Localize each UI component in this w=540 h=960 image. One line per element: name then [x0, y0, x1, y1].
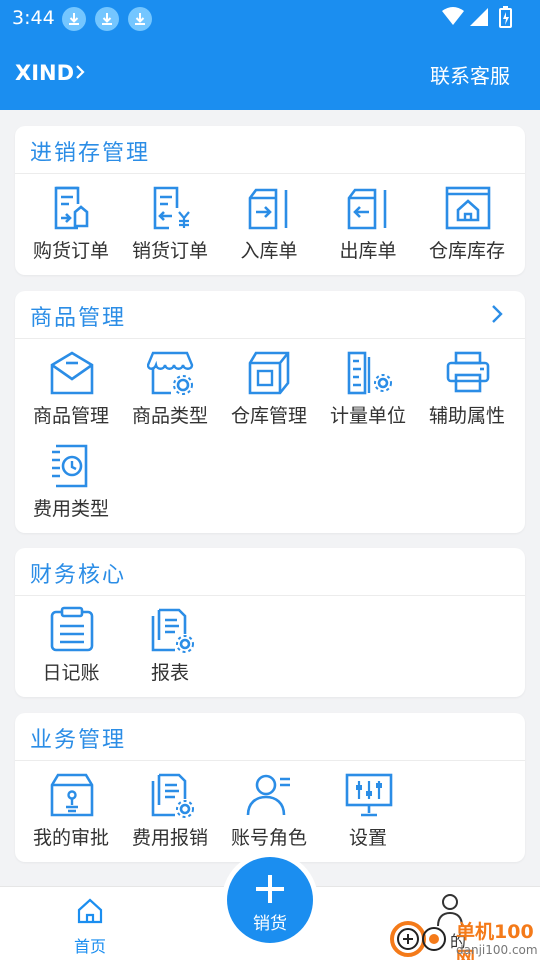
- reimburse-icon: [151, 773, 194, 818]
- goods-management-item[interactable]: 商品管理: [21, 339, 121, 429]
- account-role-icon: [246, 774, 290, 816]
- report-item[interactable]: 报表: [120, 596, 220, 686]
- status-time: 3:44: [12, 7, 55, 29]
- download-icon: [62, 7, 86, 31]
- stock-out-item[interactable]: 出库单: [318, 174, 418, 264]
- journal-item[interactable]: 日记账: [21, 596, 121, 686]
- nav-home[interactable]: 首页: [60, 897, 120, 957]
- warehouse-stock-icon: [445, 186, 491, 230]
- chevron-right-icon[interactable]: [491, 304, 503, 324]
- unit-ruler-icon: [347, 351, 392, 395]
- warehouse-stock-item[interactable]: 仓库库存: [417, 174, 517, 264]
- section-business: 业务管理 我的审批 费用报销 账号角色 设置: [15, 713, 525, 862]
- settings-item[interactable]: 设置: [318, 761, 418, 851]
- item-label: 报表: [150, 662, 189, 684]
- item-label: 费用报销: [131, 827, 208, 849]
- report-icon: [151, 608, 194, 653]
- section-title: 商品管理: [30, 306, 127, 331]
- section-title: 业务管理: [30, 728, 127, 753]
- stock-out-icon: [347, 188, 387, 230]
- contact-service-button[interactable]: 联系客服: [430, 60, 510, 89]
- purchase-order-item[interactable]: 购货订单: [21, 174, 121, 264]
- brand-link[interactable]: XIND: [15, 61, 74, 85]
- item-label: 日记账: [42, 662, 100, 684]
- expense-type-item[interactable]: 费用类型: [21, 432, 121, 522]
- section-finance: 财务核心 日记账 报表: [15, 548, 525, 697]
- sales-fab-button[interactable]: 销货: [227, 857, 313, 943]
- section-title: 财务核心: [30, 563, 127, 588]
- item-label: 账号角色: [230, 827, 307, 849]
- account-role-item[interactable]: 账号角色: [219, 761, 319, 851]
- download-icon: [128, 7, 152, 31]
- system-icons: [442, 6, 512, 28]
- stock-in-item[interactable]: 入库单: [219, 174, 319, 264]
- item-label: 我的审批: [32, 827, 109, 849]
- goods-box-icon: [50, 351, 94, 395]
- top-bar: 3:44 XIND 联系客服: [0, 0, 540, 110]
- item-label: 辅助属性: [428, 405, 505, 427]
- stock-in-icon: [248, 188, 288, 230]
- home-icon: [77, 898, 103, 924]
- item-label: 出库单: [339, 240, 397, 262]
- watermark-logo: 单机100网 danji100.com: [390, 915, 540, 960]
- sales-order-icon: [153, 186, 190, 230]
- item-label: 仓库库存: [428, 240, 505, 262]
- download-icon: [95, 7, 119, 31]
- purchase-order-icon: [54, 186, 89, 230]
- item-label: 计量单位: [329, 405, 406, 427]
- wifi-icon: [442, 7, 464, 25]
- item-label: 费用类型: [32, 498, 109, 520]
- nav-home-label: 首页: [73, 937, 106, 956]
- status-bar: 3:44: [0, 0, 540, 36]
- signal-icon: [470, 8, 488, 26]
- item-label: 设置: [348, 827, 387, 849]
- item-label: 仓库管理: [230, 405, 307, 427]
- section-inventory: 进销存管理 购货订单 销货订单 入库单 出库单 仓库库存: [15, 126, 525, 275]
- watermark-icon: [390, 921, 446, 957]
- goods-type-item[interactable]: 商品类型: [120, 339, 220, 429]
- sales-order-item[interactable]: 销货订单: [120, 174, 220, 264]
- warehouse-management-item[interactable]: 仓库管理: [219, 339, 319, 429]
- journal-icon: [50, 606, 94, 652]
- sales-fab-label: 销货: [253, 914, 287, 934]
- auxiliary-attribute-item[interactable]: 辅助属性: [417, 339, 517, 429]
- my-approval-item[interactable]: 我的审批: [21, 761, 121, 851]
- section-title: 进销存管理: [30, 141, 151, 166]
- item-label: 入库单: [240, 240, 298, 262]
- item-label: 购货订单: [32, 240, 109, 262]
- expense-reimburse-item[interactable]: 费用报销: [120, 761, 220, 851]
- item-label: 销货订单: [131, 240, 208, 262]
- item-label: 商品管理: [32, 405, 109, 427]
- printer-attr-icon: [446, 351, 490, 393]
- warehouse-icon: [248, 351, 290, 395]
- settings-icon: [345, 773, 393, 817]
- watermark-url: danji100.com: [456, 943, 538, 957]
- section-goods: 商品管理 商品管理 商品类型 仓库管理 计量单位 辅助属性 费用类型: [15, 291, 525, 533]
- plus-icon: [256, 875, 284, 903]
- goods-type-icon: [147, 351, 194, 395]
- chevron-right-icon[interactable]: [74, 63, 86, 81]
- item-label: 商品类型: [131, 405, 208, 427]
- measurement-unit-item[interactable]: 计量单位: [318, 339, 418, 429]
- expense-type-icon: [52, 444, 88, 488]
- approval-icon: [50, 773, 94, 817]
- app-header: XIND 联系客服: [0, 48, 540, 98]
